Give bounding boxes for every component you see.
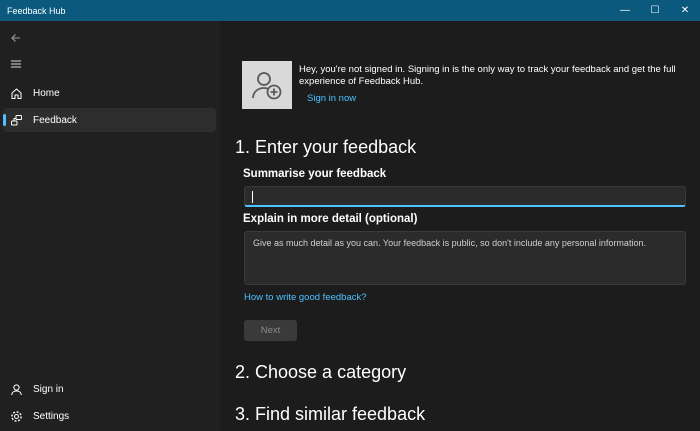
step-3-heading[interactable]: 3. Find similar feedback	[235, 404, 425, 425]
how-to-write-feedback-link[interactable]: How to write good feedback?	[244, 292, 367, 303]
detail-label: Explain in more detail (optional)	[243, 213, 418, 225]
arrow-left-icon	[11, 34, 20, 42]
step-1-heading: 1. Enter your feedback	[235, 137, 417, 157]
main-content: Hey, you're not signed in. Signing in is…	[220, 21, 700, 431]
minimize-button[interactable]: —	[610, 0, 640, 21]
sign-in-now-link[interactable]: Sign in now	[307, 93, 356, 104]
sidebar-item-label: Feedback	[33, 114, 77, 126]
sidebar-item-label: Settings	[33, 410, 70, 422]
menu-button[interactable]	[6, 54, 26, 74]
text-caret	[252, 191, 253, 203]
sidebar-item-sign-in[interactable]: Sign in	[3, 377, 216, 401]
gear-icon	[10, 410, 22, 422]
selection-indicator	[3, 114, 6, 126]
signin-message: Hey, you're not signed in. Signing in is…	[299, 64, 676, 87]
person-icon	[10, 383, 22, 395]
sidebar-item-feedback[interactable]: Feedback	[3, 108, 216, 132]
hamburger-menu-icon	[11, 60, 21, 68]
next-button[interactable]: Next	[244, 320, 297, 341]
sidebar-item-home[interactable]: Home	[3, 81, 216, 105]
sidebar: Home Feedback Sign in Settings	[0, 21, 220, 431]
sidebar-item-label: Sign in	[33, 383, 64, 395]
maximize-button[interactable]: ☐	[640, 0, 670, 21]
step-2-heading[interactable]: 2. Choose a category	[235, 362, 406, 383]
signin-banner: Hey, you're not signed in. Signing in is…	[242, 61, 692, 111]
back-button[interactable]	[6, 28, 26, 48]
sidebar-item-settings[interactable]: Settings	[3, 404, 216, 428]
detail-textarea[interactable]: Give as much detail as you can. Your fee…	[244, 231, 686, 285]
window-controls: — ☐ ✕	[610, 0, 700, 21]
close-button[interactable]: ✕	[670, 0, 700, 21]
sidebar-item-label: Home	[33, 87, 60, 99]
title-bar: Feedback Hub — ☐ ✕	[0, 0, 700, 21]
feedback-icon	[10, 114, 22, 125]
app-title: Feedback Hub	[7, 5, 66, 16]
avatar	[242, 61, 292, 109]
add-user-icon	[252, 72, 282, 100]
home-icon	[11, 87, 21, 99]
summary-label: Summarise your feedback	[243, 168, 387, 180]
summary-input[interactable]	[244, 186, 686, 207]
